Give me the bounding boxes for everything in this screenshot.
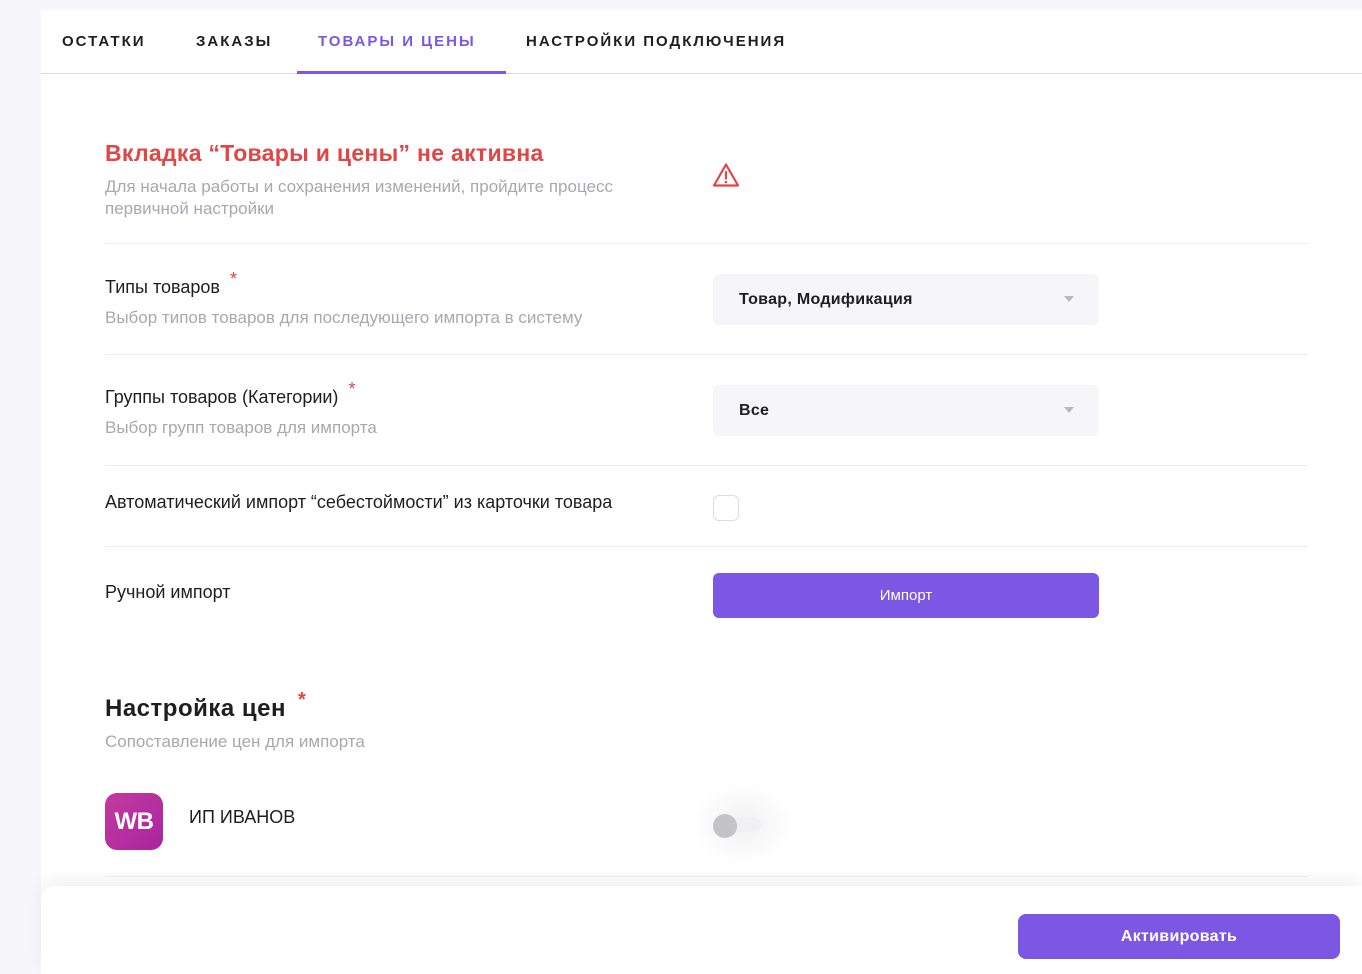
product-types-select-value: Товар, Модификация [739,291,913,308]
price-settings-hint: Сопоставление цен для импорта [105,732,365,751]
action-footer: Активировать [41,886,1362,974]
divider [105,354,1308,355]
shop-price-toggle[interactable] [713,814,763,838]
toggle-knob [713,814,737,838]
product-types-row-label: Типы товаров * [105,269,237,298]
divider [105,876,1308,877]
wildberries-logo: WB [105,793,163,850]
auto-import-cost-checkbox[interactable] [713,495,739,521]
divider [105,465,1308,466]
warning-triangle-icon [712,162,740,188]
required-mark: * [297,689,307,711]
tab-products-prices[interactable]: ТОВАРЫ И ЦЕНЫ [318,10,476,74]
divider [105,243,1308,244]
product-groups-label: Группы товаров (Категории) [105,387,339,407]
inactive-warning-title: Вкладка “Товары и цены” не активна [105,140,544,166]
integration-panel: ОСТАТКИ ЗАКАЗЫ ТОВАРЫ И ЦЕНЫ НАСТРОЙКИ П… [41,10,1362,974]
tab-connection-settings[interactable]: НАСТРОЙКИ ПОДКЛЮЧЕНИЯ [526,10,786,74]
chevron-down-icon [1064,407,1074,413]
product-groups-hint: Выбор групп товаров для импорта [105,418,377,437]
tab-stock[interactable]: ОСТАТКИ [62,10,146,74]
auto-import-cost-label: Автоматический импорт “себестоймости” из… [105,492,613,512]
required-mark: * [348,379,356,399]
tab-bar: ОСТАТКИ ЗАКАЗЫ ТОВАРЫ И ЦЕНЫ НАСТРОЙКИ П… [41,10,1362,74]
product-groups-row-label: Группы товаров (Категории) * [105,379,355,408]
product-types-hint: Выбор типов товаров для последующего имп… [105,308,583,327]
manual-import-label: Ручной импорт [105,582,231,602]
inactive-warning-description: Для начала работы и сохранения изменений… [105,177,613,218]
divider [105,546,1308,547]
chevron-down-icon [1064,296,1074,302]
product-groups-select[interactable]: Все [713,385,1099,436]
price-settings-title-row: Настройка цен * [105,689,306,723]
product-groups-select-value: Все [739,402,770,419]
price-settings-title: Настройка цен [105,695,286,722]
shop-name: ИП ИВАНОВ [189,807,296,827]
activate-button[interactable]: Активировать [1018,914,1340,959]
required-mark: * [229,269,237,289]
product-types-select[interactable]: Товар, Модификация [713,274,1099,325]
import-button[interactable]: Импорт [713,573,1099,618]
active-tab-indicator [297,71,506,74]
product-types-label: Типы товаров [105,277,220,297]
tab-orders[interactable]: ЗАКАЗЫ [196,10,272,74]
